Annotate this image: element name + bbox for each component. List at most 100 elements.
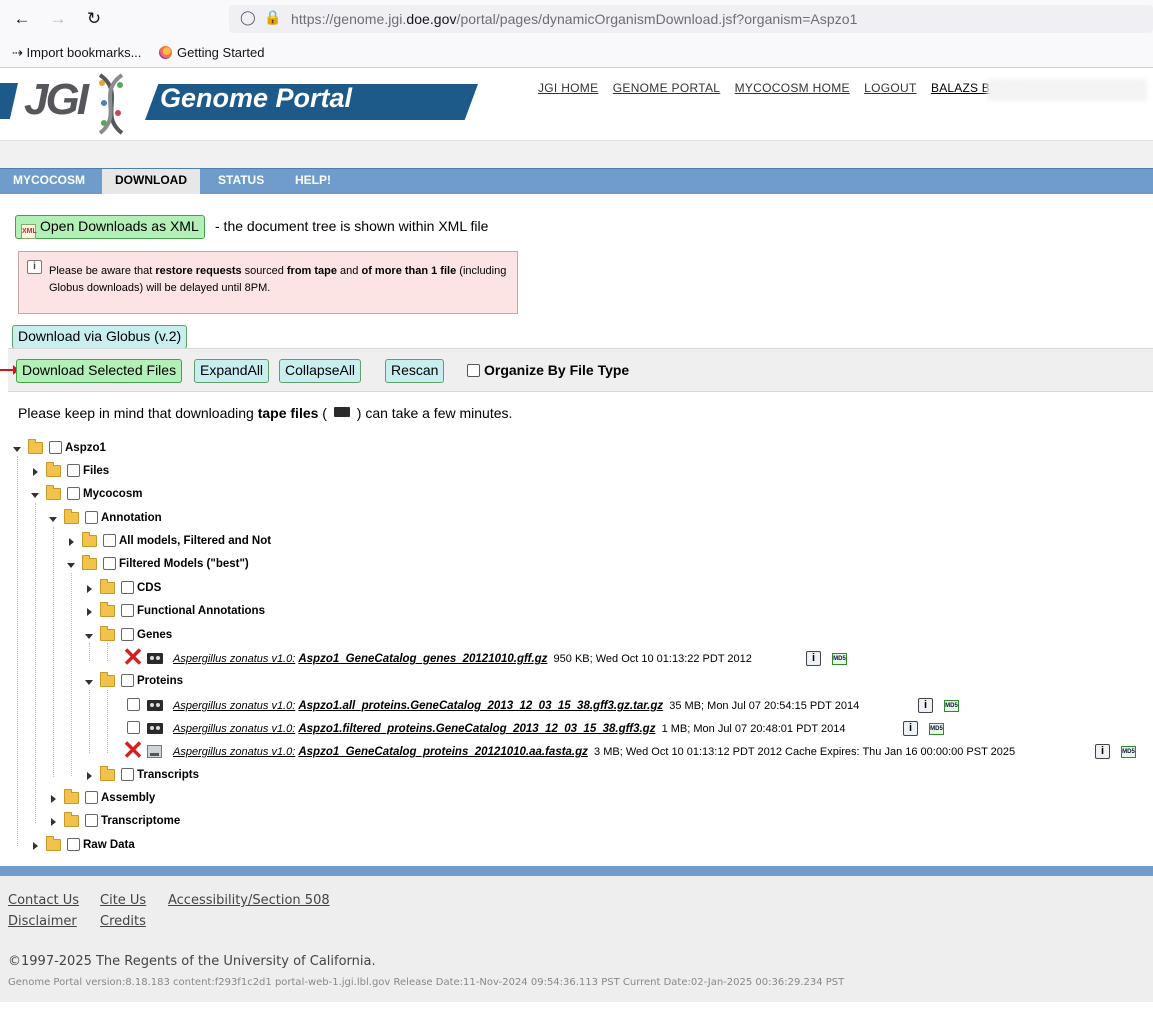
collapse-triangle-icon[interactable] [31,493,39,501]
url-bar[interactable]: ◯ 🔒 https://genome.jgi.doe.gov/portal/pa… [229,5,1153,33]
node-checkbox[interactable] [85,511,98,524]
collapse-triangle-icon[interactable] [67,563,75,571]
nav-jgi-home[interactable]: JGI HOME [538,81,598,95]
back-arrow-icon[interactable]: ← [11,8,33,30]
rescan-button[interactable]: Rescan [385,359,445,383]
node-checkbox[interactable] [103,534,116,547]
tab-download[interactable]: DOWNLOAD [102,169,200,194]
file-checkbox[interactable] [127,721,140,734]
footer-accessibility[interactable]: Accessibility/Section 508 [168,893,330,908]
collapse-triangle-icon[interactable] [85,634,93,642]
expand-triangle-icon[interactable] [87,608,95,616]
organize-checkbox[interactable] [467,364,480,377]
md5-icon[interactable]: MD5 [944,700,959,712]
file-link[interactable]: Aspzo1_GeneCatalog_proteins_20121010.aa.… [298,746,588,758]
footer-disclaimer[interactable]: Disclaimer [8,914,77,929]
folder-icon [82,532,97,547]
folder-icon [64,812,79,827]
reload-icon[interactable]: ↻ [83,8,105,30]
node-checkbox[interactable] [121,768,134,781]
collapse-triangle-icon[interactable] [85,680,93,688]
footer-cite-us[interactable]: Cite Us [100,893,146,908]
download-selected-button[interactable]: Download Selected Files [16,359,183,383]
alert-text: Please be aware that restore requests so… [49,265,507,294]
node-checkbox[interactable] [121,628,134,641]
md5-icon[interactable]: MD5 [1121,746,1136,758]
expand-triangle-icon[interactable] [33,842,41,850]
dna-helix-icon [98,73,124,135]
unavailable-x-icon: ✕ [122,642,144,672]
forward-arrow-icon[interactable]: → [47,8,69,30]
file-info-icon[interactable]: i [806,651,821,666]
file-checkbox[interactable] [127,698,140,711]
collapse-triangle-icon[interactable] [13,447,21,455]
file-info-icon[interactable]: i [903,721,918,736]
node-checkbox[interactable] [103,557,116,570]
site-footer: Contact Us Cite Us Accessibility/Section… [0,876,1153,1002]
bookmark-import[interactable]: ⇢ Import bookmarks... [12,45,141,61]
globus-download-button[interactable]: Download via Globus (v.2) [12,325,188,349]
tab-bar: MYCOCOSM DOWNLOAD STATUS HELP! [0,168,1153,194]
tab-status[interactable]: STATUS [205,169,277,194]
unavailable-x-icon: ✕ [122,735,144,765]
md5-icon[interactable]: MD5 [929,723,944,735]
collapse-triangle-icon[interactable] [49,517,57,525]
node-checkbox[interactable] [85,814,98,827]
node-checkbox[interactable] [121,674,134,687]
file-link[interactable]: Aspzo1.filtered_proteins.GeneCatalog_201… [298,723,655,735]
expand-triangle-icon[interactable] [51,818,59,826]
expand-triangle-icon[interactable] [33,468,41,476]
node-checkbox[interactable] [49,441,62,454]
footer-contact-us[interactable]: Contact Us [8,893,79,908]
url-text: https://genome.jgi.doe.gov/portal/pages/… [291,11,858,27]
footer-credits[interactable]: Credits [100,914,146,929]
expand-triangle-icon[interactable] [51,795,59,803]
file-info-icon[interactable]: i [1095,744,1110,759]
bookmark-getting-started[interactable]: Getting Started [159,45,264,60]
version-info: Genome Portal version:8.18.183 content:f… [8,977,845,988]
node-checkbox[interactable] [67,464,80,477]
open-xml-button[interactable]: XML Open Downloads as XML [15,215,205,239]
logo-left-stripe [0,83,18,119]
site-header: JGI Genome Portal JGI HOME GENOME PORTAL… [0,69,1153,140]
node-checkbox[interactable] [121,581,134,594]
expand-all-button[interactable]: ExpandAll [194,359,270,383]
expand-triangle-icon[interactable] [87,772,95,780]
browser-chrome: ← → ↻ ◯ 🔒 https://genome.jgi.doe.gov/por… [0,0,1153,68]
node-checkbox[interactable] [85,791,98,804]
jgi-logo[interactable]: JGI [24,75,89,125]
nav-logout[interactable]: LOGOUT [864,81,916,95]
node-checkbox[interactable] [67,838,80,851]
xml-file-icon: XML [21,224,37,239]
md5-icon[interactable]: MD5 [832,653,847,665]
copyright: ©1997-2025 The Regents of the University… [8,954,376,969]
redacted-area [987,79,1147,101]
tab-help[interactable]: HELP! [282,169,344,194]
header-strip [0,140,1153,168]
disk-icon [147,745,162,758]
collapse-all-button[interactable]: CollapseAll [279,359,362,383]
firefox-icon [159,46,172,59]
tape-icon [147,723,163,734]
folder-icon [64,509,79,524]
organize-by-file-type[interactable]: Organize By File Type [467,362,629,378]
nav-mycocosm-home[interactable]: MYCOCOSM HOME [735,81,850,95]
portal-title[interactable]: Genome Portal [160,83,352,114]
tape-restore-alert: i Please be aware that restore requests … [18,251,518,314]
node-checkbox[interactable] [121,604,134,617]
folder-icon [100,672,115,687]
file-link[interactable]: Aspzo1.all_proteins.GeneCatalog_2013_12_… [298,700,663,712]
tab-mycocosm[interactable]: MYCOCOSM [0,169,98,194]
folder-icon [100,602,115,617]
footer-bar [0,866,1153,876]
folder-icon [46,485,61,500]
node-checkbox[interactable] [67,487,80,500]
nav-genome-portal[interactable]: GENOME PORTAL [613,81,720,95]
expand-triangle-icon[interactable] [87,585,95,593]
folder-icon [82,555,97,570]
expand-triangle-icon[interactable] [69,538,77,546]
file-info-icon[interactable]: i [918,698,933,713]
file-link[interactable]: Aspzo1_GeneCatalog_genes_20121010.gff.gz [298,653,547,665]
lock-icon[interactable]: 🔒 [264,9,281,26]
shield-icon[interactable]: ◯ [240,9,256,26]
